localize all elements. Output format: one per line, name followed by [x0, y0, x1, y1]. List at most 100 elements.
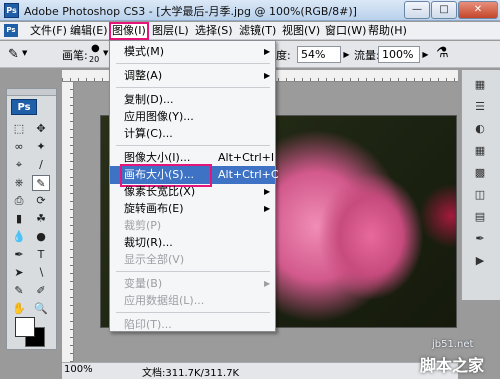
flow-label: 流量:: [354, 49, 380, 62]
menu-image[interactable]: 图像(I): [109, 22, 149, 40]
layers-icon[interactable]: ◫: [470, 186, 490, 204]
flow-input[interactable]: 100%: [378, 46, 420, 63]
menu-view[interactable]: 视图(V): [282, 24, 320, 38]
menu-item-label: 计算(C)...: [124, 127, 173, 140]
line-tool-icon[interactable]: ∖: [32, 265, 50, 281]
slice-tool-icon[interactable]: ∕: [32, 157, 50, 173]
flow-dropdown-icon[interactable]: ▶: [420, 46, 431, 63]
right-panel-dock: ▦ ☰ ◐ ▦ ▩ ◫ ▤ ✒ ▶: [461, 70, 500, 300]
menu-item-shortcut: Alt+Ctrl+C: [218, 168, 279, 181]
image-menu-item[interactable]: 应用图像(Y)...: [110, 108, 275, 126]
healing-brush-icon[interactable]: ⎈: [10, 175, 28, 191]
swatches-icon[interactable]: ▦: [470, 142, 490, 160]
image-menu-item[interactable]: 计算(C)...: [110, 125, 275, 143]
menu-item-label: 旋转画布(E): [124, 202, 184, 215]
menu-file[interactable]: 文件(F): [30, 24, 67, 38]
toolbox-header[interactable]: [7, 89, 56, 96]
tool-preset-dropdown-icon[interactable]: ▼: [22, 49, 27, 57]
eraser-icon[interactable]: ▮: [10, 211, 28, 227]
paint-bucket-icon[interactable]: ☘: [32, 211, 50, 227]
zoom-tool-icon[interactable]: 🔍: [32, 301, 50, 317]
image-menu-item[interactable]: 显示全部(V): [110, 251, 275, 269]
dodge-tool-icon[interactable]: ●: [32, 229, 50, 245]
move-tool-icon[interactable]: ✥: [32, 121, 50, 137]
color-icon[interactable]: ◐: [470, 120, 490, 138]
menu-filter[interactable]: 滤镜(T): [239, 24, 276, 38]
foreground-color-swatch[interactable]: [15, 317, 35, 337]
channels-icon[interactable]: ▤: [470, 208, 490, 226]
brush-dropdown-icon[interactable]: ▼: [103, 49, 108, 57]
styles-icon[interactable]: ▩: [470, 164, 490, 182]
image-menu-item[interactable]: 模式(M) ▶: [110, 43, 275, 61]
blur-tool-icon[interactable]: 💧: [10, 229, 28, 245]
minimize-button[interactable]: —: [404, 1, 430, 19]
actions-icon[interactable]: ▶: [470, 252, 490, 270]
menu-item-label: 画布大小(S)...: [124, 168, 195, 181]
menu-separator: [116, 63, 270, 64]
app-icon: Ps: [4, 3, 19, 18]
magic-wand-icon[interactable]: ✦: [32, 139, 50, 155]
image-menu-item[interactable]: 裁剪(P): [110, 217, 275, 235]
opacity-input[interactable]: 54%: [297, 46, 341, 63]
path-selection-icon[interactable]: ➤: [10, 265, 28, 281]
opacity-dropdown-icon[interactable]: ▶: [341, 46, 352, 63]
menu-layer[interactable]: 图层(L): [152, 24, 189, 38]
image-menu-item[interactable]: 变量(B) ▶: [110, 275, 275, 293]
document-size-info: 文档:311.7K/311.7K: [142, 368, 240, 379]
menu-help[interactable]: 帮助(H): [368, 24, 407, 38]
eyedropper-icon[interactable]: ✐: [32, 283, 50, 299]
type-tool-icon[interactable]: T: [32, 247, 50, 263]
submenu-arrow-icon: ▶: [264, 71, 271, 80]
ps-menu-icon[interactable]: Ps: [4, 24, 18, 37]
menu-separator: [116, 87, 270, 88]
menu-select[interactable]: 选择(S): [195, 24, 233, 38]
navigator-icon[interactable]: ▦: [470, 76, 490, 94]
ps-logo: Ps: [11, 99, 37, 115]
menu-separator: [116, 271, 270, 272]
menu-separator: [116, 312, 270, 313]
window-title: Adobe Photoshop CS3 - [大学最后-月季.jpg @ 100…: [24, 5, 357, 18]
hand-tool-icon[interactable]: ✋: [10, 301, 28, 317]
image-menu-item[interactable]: 旋转画布(E) ▶: [110, 200, 275, 218]
toolbox: Ps ⬚ ✥ ∞ ✦ ⌖ ∕ ⎈ ✎ ⎙ ⟳ ▮ ☘ 💧 ● ✒ T ➤ ∖ ✎…: [6, 88, 57, 350]
submenu-arrow-icon: ▶: [264, 187, 271, 196]
history-icon[interactable]: ☰: [470, 98, 490, 116]
image-menu-dropdown: 模式(M) ▶ 调整(A) ▶ 复制(D)... 应用图像(Y)... 计算(C)... 图像…: [109, 40, 279, 334]
watermark-name: 脚本之家: [420, 356, 485, 375]
menu-window[interactable]: 窗口(W): [325, 24, 366, 38]
pen-tool-icon[interactable]: ✒: [10, 247, 28, 263]
paths-icon[interactable]: ✒: [470, 230, 490, 248]
clone-stamp-icon[interactable]: ⎙: [10, 193, 28, 209]
image-menu-item[interactable]: 应用数据组(L)...: [110, 292, 275, 310]
opacity-label: 度:: [276, 49, 291, 62]
menu-item-label: 应用图像(Y)...: [124, 110, 194, 123]
menu-separator: [116, 145, 270, 146]
brush-tool-icon[interactable]: ✎: [32, 175, 50, 191]
crop-tool-icon[interactable]: ⌖: [10, 157, 28, 173]
image-menu-item[interactable]: 像素长宽比(X) ▶: [110, 183, 275, 201]
menu-item-label: 模式(M): [124, 45, 165, 58]
airbrush-icon[interactable]: ⚗: [436, 45, 449, 61]
title-bar: Ps Adobe Photoshop CS3 - [大学最后-月季.jpg @ …: [0, 0, 500, 21]
maximize-button[interactable]: □: [431, 1, 457, 19]
menu-bar: Ps 文件(F) 编辑(E) 图像(I) 图层(L) 选择(S) 滤镜(T) 视…: [0, 22, 500, 40]
image-menu-item[interactable]: 调整(A) ▶: [110, 67, 275, 85]
history-brush-icon[interactable]: ⟳: [32, 193, 50, 209]
menu-item-label: 裁切(R)...: [124, 236, 173, 249]
notes-tool-icon[interactable]: ✎: [10, 283, 28, 299]
image-menu-item[interactable]: 画布大小(S)... Alt+Ctrl+C: [110, 164, 279, 187]
close-button[interactable]: ✕: [458, 1, 498, 19]
submenu-arrow-icon: ▶: [264, 279, 271, 288]
image-menu-item[interactable]: 裁切(R)...: [110, 234, 275, 252]
brush-preview-icon[interactable]: ●: [91, 43, 100, 54]
brush-tool-icon[interactable]: ✎: [8, 47, 19, 62]
image-menu-item[interactable]: 陷印(T)...: [110, 316, 275, 334]
zoom-level[interactable]: 100%: [64, 364, 93, 375]
image-menu-item[interactable]: 复制(D)...: [110, 91, 275, 109]
lasso-tool-icon[interactable]: ∞: [10, 139, 28, 155]
menu-item-label: 调整(A): [124, 69, 163, 82]
menu-edit[interactable]: 编辑(E): [70, 24, 108, 38]
marquee-tool-icon[interactable]: ⬚: [10, 121, 28, 137]
status-bar: 100% 文档:311.7K/311.7K: [62, 362, 458, 379]
brush-size: 20: [89, 55, 100, 64]
